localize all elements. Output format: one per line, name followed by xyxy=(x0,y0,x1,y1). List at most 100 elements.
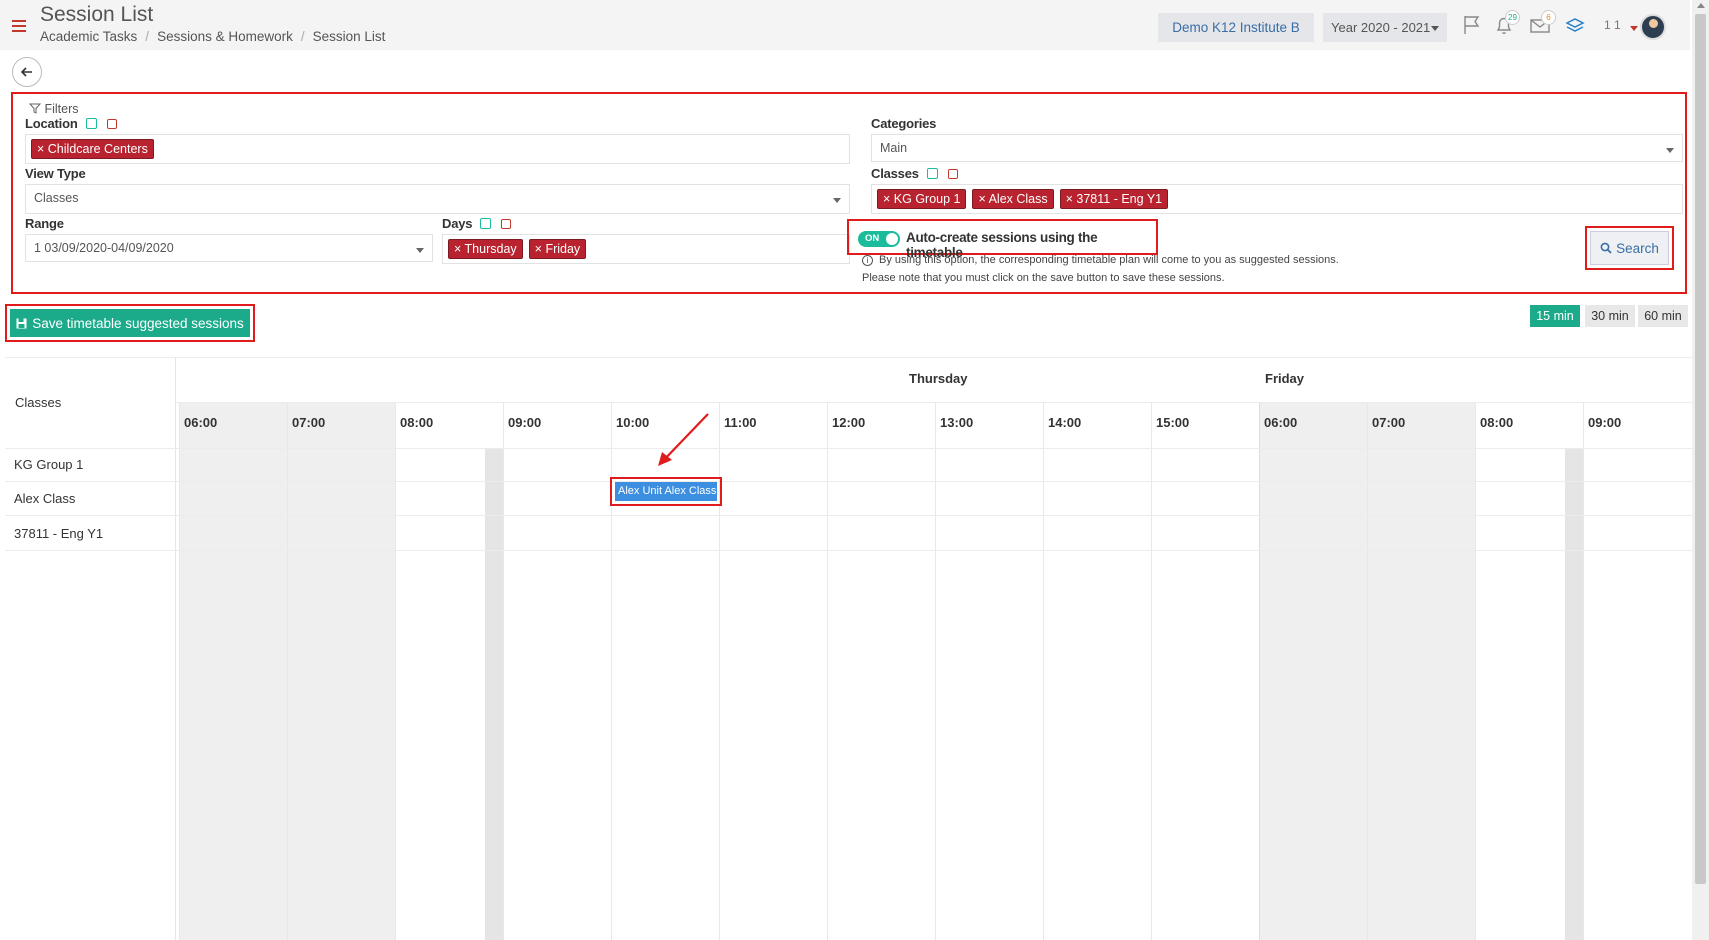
breadcrumb-item[interactable]: Academic Tasks xyxy=(40,29,137,44)
location-input[interactable]: × Childcare Centers xyxy=(25,134,850,164)
clear-all-icon[interactable] xyxy=(106,119,117,129)
save-label: Save timetable suggested sessions xyxy=(32,315,244,331)
row-label-alex-class: Alex Class xyxy=(14,491,76,506)
page-title: Session List xyxy=(40,3,154,26)
note-text: By using this option, the corresponding … xyxy=(879,254,1339,266)
chevron-down-icon xyxy=(416,248,424,253)
auto-create-toggle[interactable]: ON xyxy=(858,231,900,247)
interval-60-button[interactable]: 60 min xyxy=(1638,305,1688,327)
scrollbar-thumb[interactable] xyxy=(1695,14,1706,884)
year-select[interactable]: Year 2020 - 2021 xyxy=(1323,13,1447,42)
arrow-left-icon xyxy=(20,67,32,77)
classes-label: Classes xyxy=(871,166,958,181)
row-divider xyxy=(5,515,1692,516)
institute-button[interactable]: Demo K12 Institute B xyxy=(1158,13,1314,42)
day-tag[interactable]: × Friday xyxy=(528,239,587,259)
tag-text: Alex Class xyxy=(988,192,1048,206)
range-select[interactable]: 1 03/09/2020-04/09/2020 xyxy=(25,234,433,262)
search-label: Search xyxy=(1616,240,1659,256)
select-all-icon[interactable] xyxy=(85,118,97,129)
vertical-scrollbar[interactable] xyxy=(1692,0,1709,940)
chevron-down-icon[interactable] xyxy=(1630,26,1638,31)
interval-15-button[interactable]: 15 min xyxy=(1530,305,1580,327)
chevron-down-icon xyxy=(833,198,841,203)
class-tag[interactable]: × 37811 - Eng Y1 xyxy=(1059,189,1169,209)
auto-create-note: i By using this option, the corresponding… xyxy=(862,254,1339,266)
day-label: Thursday xyxy=(909,371,968,386)
breadcrumb: Academic Tasks / Sessions & Homework / Ses… xyxy=(40,29,386,44)
row-divider xyxy=(5,550,1692,551)
year-value: Year 2020 - 2021 xyxy=(1331,20,1431,35)
interval-30-button[interactable]: 30 min xyxy=(1585,305,1635,327)
hour-label: 10:00 xyxy=(616,415,650,430)
layers-icon[interactable] xyxy=(1564,14,1588,38)
hour-label: 08:00 xyxy=(1480,415,1514,430)
breadcrumb-item[interactable]: Sessions & Homework xyxy=(157,29,293,44)
user-number: 1 1 xyxy=(1604,18,1621,32)
auto-create-note: Please note that you must click on the s… xyxy=(862,272,1225,284)
row-label-kg-group-1: KG Group 1 xyxy=(14,457,84,472)
location-tag[interactable]: × Childcare Centers xyxy=(31,139,154,159)
hour-label: 08:00 xyxy=(400,415,434,430)
hour-label: 09:00 xyxy=(508,415,542,430)
select-all-icon[interactable] xyxy=(480,218,492,229)
categories-label: Categories xyxy=(871,116,937,131)
hour-label: 09:00 xyxy=(1588,415,1622,430)
row-label-37811: 37811 - Eng Y1 xyxy=(14,526,104,541)
toggle-knob xyxy=(886,233,898,245)
hour-label: 07:00 xyxy=(292,415,326,430)
save-sessions-button[interactable]: Save timetable suggested sessions xyxy=(10,309,250,337)
funnel-icon xyxy=(28,103,42,114)
view-type-label: View Type xyxy=(25,166,86,181)
row-divider xyxy=(5,481,1692,482)
search-button[interactable]: Search xyxy=(1590,231,1669,265)
class-tag[interactable]: × KG Group 1 xyxy=(877,189,967,209)
annotation-arrow-icon xyxy=(658,413,709,466)
flag-icon[interactable] xyxy=(1461,14,1485,38)
messages-badge: 6 xyxy=(1541,10,1556,25)
timeline-column xyxy=(1043,402,1151,940)
search-icon xyxy=(1600,242,1612,254)
view-type-select[interactable]: Classes xyxy=(25,184,850,214)
auto-create-highlight: ON Auto-create sessions using the timeta… xyxy=(847,219,1158,260)
session-event[interactable]: Alex Unit Alex Class ( xyxy=(615,482,717,501)
hour-label: 06:00 xyxy=(184,415,218,430)
row-divider xyxy=(5,357,1692,358)
hour-label: 14:00 xyxy=(1048,415,1082,430)
info-icon: i xyxy=(862,255,873,266)
select-all-icon[interactable] xyxy=(926,168,938,179)
clear-all-icon[interactable] xyxy=(947,169,958,179)
row-header-column: Classes xyxy=(5,357,176,940)
day-tag[interactable]: × Thursday xyxy=(448,239,523,259)
timeline-column xyxy=(1583,402,1692,940)
breadcrumb-item: Session List xyxy=(312,29,386,44)
timeline-strip xyxy=(485,448,503,940)
back-button[interactable] xyxy=(12,57,42,87)
floppy-disk-icon xyxy=(16,318,27,328)
view-type-value: Classes xyxy=(34,191,79,205)
class-tag[interactable]: × Alex Class xyxy=(972,189,1054,209)
hour-label: 15:00 xyxy=(1156,415,1190,430)
hour-label: 13:00 xyxy=(940,415,974,430)
notifications-badge: 29 xyxy=(1505,10,1520,25)
event-highlight: Alex Unit Alex Class ( xyxy=(610,477,722,506)
bell-icon[interactable]: 29 xyxy=(1493,10,1520,38)
tag-text: KG Group 1 xyxy=(893,192,961,206)
categories-select[interactable]: Main xyxy=(871,134,1683,162)
days-label: Days xyxy=(442,216,512,231)
row-header-title: Classes xyxy=(15,395,62,410)
hour-label: 07:00 xyxy=(1372,415,1406,430)
avatar[interactable] xyxy=(1640,14,1666,40)
range-value: 1 03/09/2020-04/09/2020 xyxy=(34,241,174,255)
clear-all-icon[interactable] xyxy=(501,219,512,229)
days-input[interactable]: × Thursday × Friday xyxy=(442,234,850,264)
mail-icon[interactable]: 6 xyxy=(1529,10,1556,38)
filters-title: Filters xyxy=(28,102,79,116)
menu-icon[interactable] xyxy=(12,20,26,32)
timeline-column xyxy=(179,402,287,940)
top-header: Session List Academic Tasks / Sessions & … xyxy=(0,0,1690,50)
scroll-up-arrow[interactable] xyxy=(1697,3,1705,8)
timeline-column xyxy=(1151,402,1259,940)
classes-input[interactable]: × KG Group 1 × Alex Class × 37811 - Eng … xyxy=(871,184,1683,214)
day-label: Friday xyxy=(1265,371,1305,386)
